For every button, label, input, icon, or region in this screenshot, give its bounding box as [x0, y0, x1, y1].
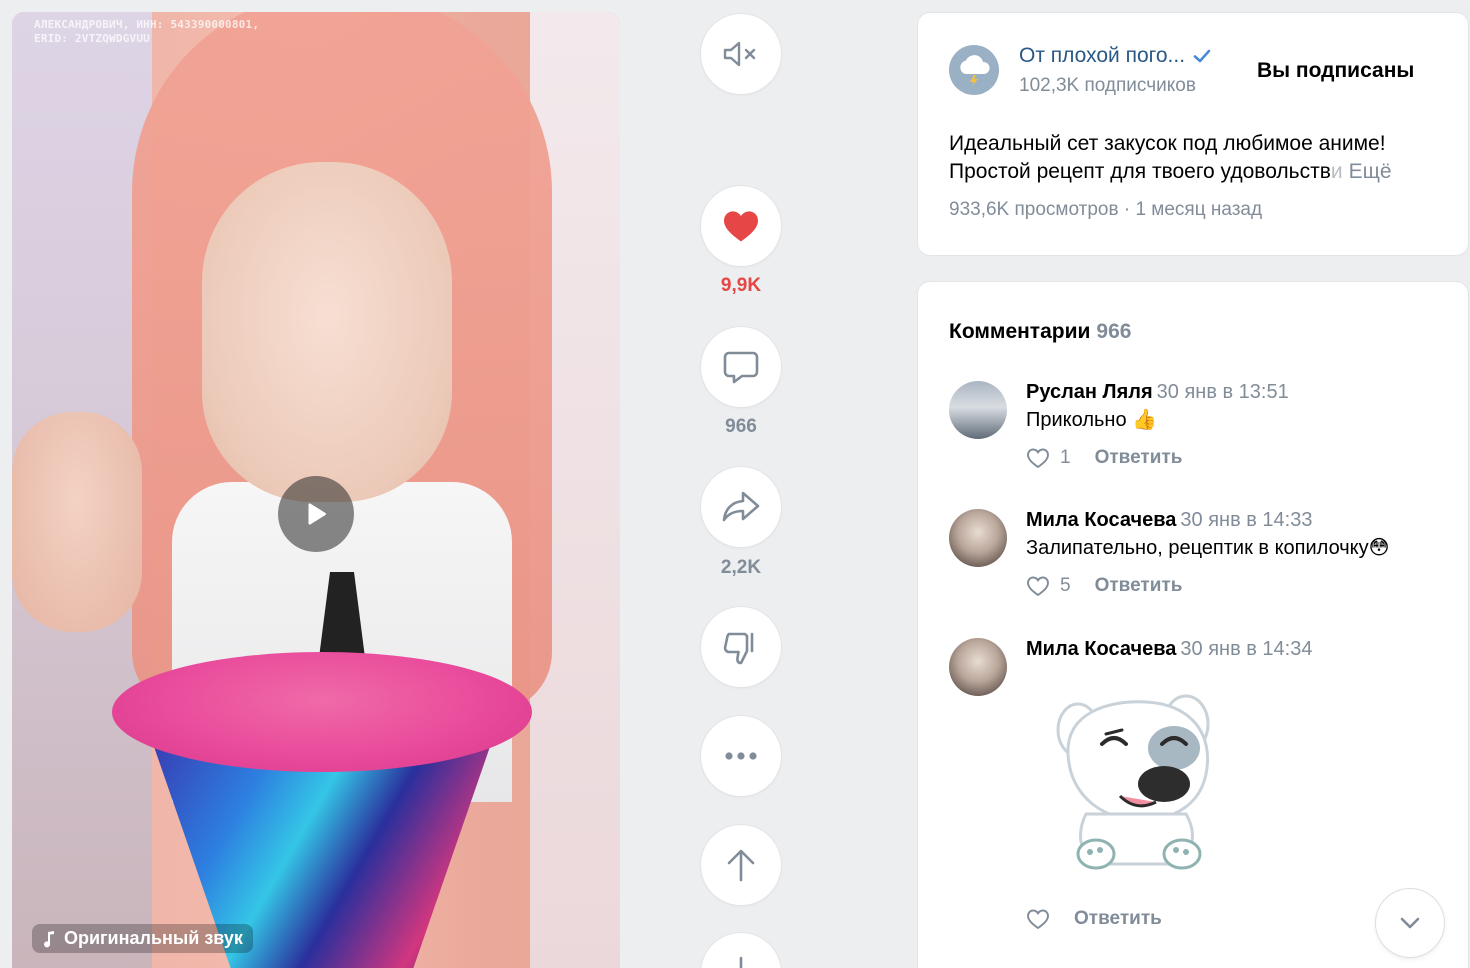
original-sound-label: Оригинальный звук — [64, 928, 243, 948]
dog-sticker — [1056, 694, 1210, 870]
comment-author-name[interactable]: Руслан Ляля — [1026, 381, 1153, 403]
weather-cloud-icon — [960, 55, 990, 86]
comment-like-count: 5 — [1060, 575, 1071, 596]
heart-outline-icon[interactable] — [1026, 447, 1050, 469]
comment-author: Руслан Ляля 30 янв в 13:51 — [1026, 381, 1289, 404]
comment-body: Залипательно, рецептик в копилочку — [1026, 537, 1369, 559]
comment-author: Мила Косачева 30 янв в 14:33 — [1026, 509, 1312, 532]
share-count: 2,2K — [720, 557, 762, 578]
like-count: 9,9K — [720, 275, 762, 296]
comments-card: Комментарии 966 Руслан Ляля 30 янв в 13:51… — [918, 282, 1468, 968]
share-button[interactable] — [701, 467, 781, 547]
heart-filled-icon — [724, 211, 758, 242]
comment-time[interactable]: 30 янв в 14:34 — [1180, 638, 1312, 660]
original-sound-link[interactable]: Оригинальный звук — [32, 924, 253, 953]
posted-time: 1 месяц назад — [1135, 199, 1263, 220]
video-frame-face — [202, 162, 452, 502]
play-icon — [308, 503, 326, 525]
music-note-icon — [44, 930, 54, 947]
channel-name-link[interactable]: От плохой пого... — [1019, 44, 1211, 68]
ad-watermark: АЛЕКСАНДРОВИЧ, ИНН: 543390000801, ERID: … — [34, 18, 259, 46]
subscribed-button[interactable]: Вы подписаны — [1257, 59, 1414, 83]
comment-author-name[interactable]: Мила Косачева — [1026, 638, 1176, 660]
comment-author-name[interactable]: Мила Косачева — [1026, 509, 1176, 531]
comments-title: Комментарии — [949, 320, 1091, 343]
comment-text: Прикольно 👍 — [1026, 407, 1157, 432]
comments-count: 966 — [1096, 320, 1132, 343]
thumbs-down-icon — [723, 632, 754, 665]
description-line: Простой рецепт для твоего удовольств и Ещ… — [949, 158, 1449, 186]
description-text: Простой рецепт для твоего удовольств — [949, 160, 1331, 183]
description-fade: и — [1330, 160, 1343, 183]
reply-button[interactable]: Ответить — [1095, 575, 1183, 597]
comment-count: 966 — [725, 416, 757, 437]
mute-button[interactable] — [701, 14, 781, 94]
video-frame-hand — [12, 412, 142, 632]
comment-time[interactable]: 30 янв в 13:51 — [1157, 381, 1289, 403]
meta-separator: · — [1123, 199, 1131, 220]
arrow-up-icon — [727, 849, 755, 882]
flushed-emoji: 😳 — [1368, 537, 1390, 559]
watermark-line: АЛЕКСАНДРОВИЧ, ИНН: 543390000801, — [34, 18, 260, 31]
comment-actions: Ответить — [1026, 908, 1162, 930]
channel-avatar[interactable] — [949, 45, 999, 95]
share-arrow-icon — [722, 491, 760, 522]
comment-bubble-icon — [723, 351, 759, 384]
video-description: Идеальный сет закусок под любимое аниме!… — [949, 130, 1449, 186]
watermark-line: ERID: 2VTZQWDGVUU — [34, 32, 150, 45]
video-meta: 933,6K просмотров · 1 месяц назад — [949, 199, 1262, 221]
checkmark-verified-icon — [1193, 49, 1211, 63]
description-line: Идеальный сет закусок под любимое аниме! — [949, 132, 1386, 155]
scroll-down-button[interactable] — [1376, 889, 1444, 957]
comment-text: Залипательно, рецептик в копилочку😳 — [1026, 535, 1390, 560]
speaker-muted-icon — [723, 41, 756, 67]
previous-video-button[interactable] — [701, 825, 781, 905]
heart-outline-icon[interactable] — [1026, 575, 1050, 597]
comment-like-count: 1 — [1060, 447, 1071, 468]
like-button[interactable] — [701, 186, 781, 266]
video-player[interactable]: АЛЕКСАНДРОВИЧ, ИНН: 543390000801, ERID: … — [12, 12, 620, 968]
comment-author: Мила Косачева 30 янв в 14:34 — [1026, 638, 1312, 661]
more-dots-icon — [725, 752, 757, 760]
more-options-button[interactable] — [701, 716, 781, 796]
reply-button[interactable]: Ответить — [1095, 447, 1183, 469]
arrow-down-icon — [739, 956, 743, 968]
expand-description-link[interactable]: Ещё — [1349, 158, 1392, 186]
chevron-down-icon — [1400, 917, 1420, 929]
avatar[interactable] — [949, 638, 1007, 696]
video-info-card: От плохой пого... 102,3K подписчиков Вы … — [918, 13, 1468, 255]
comment-body: Прикольно — [1026, 409, 1127, 431]
thumbs-up-emoji: 👍 — [1132, 409, 1158, 431]
comments-header: Комментарии 966 — [949, 320, 1131, 344]
channel-name: От плохой пого... — [1019, 44, 1186, 67]
comment-actions: 5 Ответить — [1026, 575, 1182, 597]
comment-button[interactable] — [701, 327, 781, 407]
video-frame-bowl-rim — [112, 652, 532, 772]
avatar[interactable] — [949, 509, 1007, 567]
heart-outline-icon[interactable] — [1026, 908, 1050, 930]
avatar[interactable] — [949, 381, 1007, 439]
play-button[interactable] — [278, 476, 354, 552]
next-video-button[interactable] — [701, 933, 781, 968]
comment-actions: 1 Ответить — [1026, 447, 1182, 469]
reply-button[interactable]: Ответить — [1074, 908, 1162, 930]
view-count: 933,6K просмотров — [949, 199, 1119, 220]
dislike-button[interactable] — [701, 607, 781, 687]
channel-subscribers: 102,3K подписчиков — [1019, 75, 1196, 96]
comment-time[interactable]: 30 янв в 14:33 — [1180, 509, 1312, 531]
